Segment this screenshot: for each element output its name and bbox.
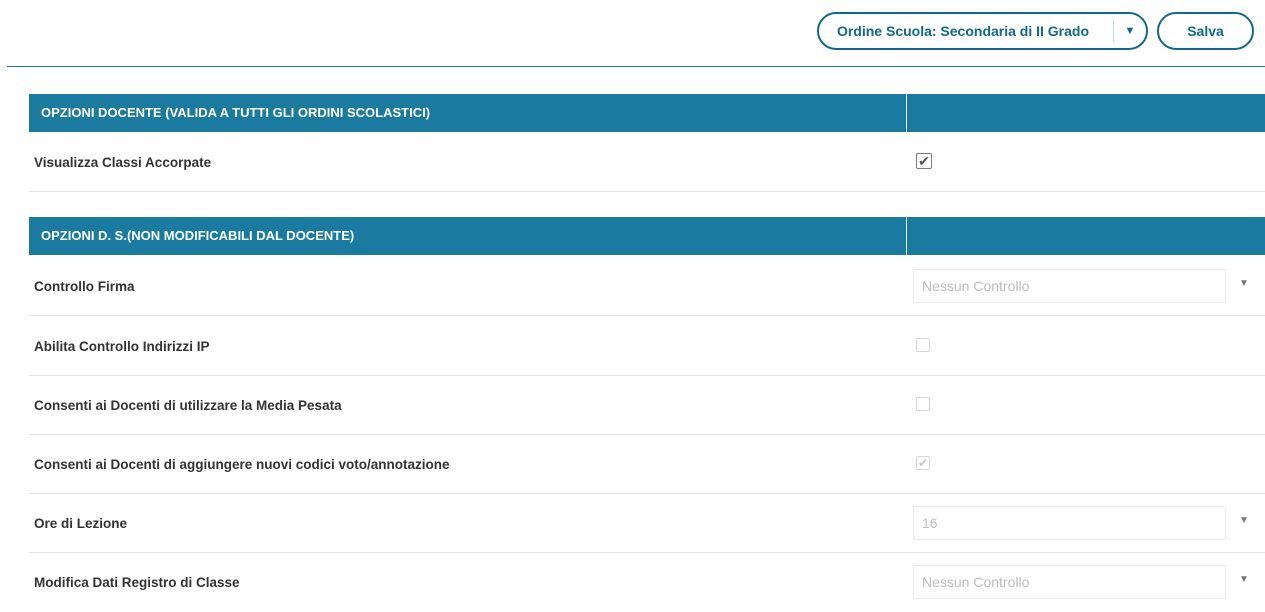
ore-di-lezione-select[interactable]: 16 <box>913 506 1226 540</box>
option-label: Consenti ai Docenti di aggiungere nuovi … <box>34 457 450 472</box>
section-title: OPZIONI D. S.(NON MODIFICABILI DAL DOCEN… <box>41 228 355 243</box>
option-label: Ore di Lezione <box>34 516 128 531</box>
toolbar: Ordine Scuola: Secondaria di II Grado ▼ … <box>0 0 1265 66</box>
checkmark-icon: ✔ <box>917 456 929 470</box>
nuovi-codici-voto-checkbox[interactable]: ✔ <box>916 456 930 470</box>
caret-down-icon[interactable]: ▼ <box>1239 515 1249 526</box>
option-row-visualizza-classi-accorpate: Visualizza Classi Accorpate ✔ <box>29 133 1265 192</box>
school-order-dropdown-button[interactable]: Ordine Scuola: Secondaria di II Grado ▼ <box>817 12 1148 50</box>
media-pesata-checkbox[interactable] <box>916 397 930 411</box>
school-order-label: Ordine Scuola: Secondaria di II Grado <box>819 20 1114 42</box>
section-header-teacher-options: OPZIONI DOCENTE (VALIDA A TUTTI GLI ORDI… <box>29 94 1265 132</box>
option-label: Abilita Controllo Indirizzi IP <box>34 339 210 354</box>
option-label: Modifica Dati Registro di Classe <box>34 575 240 590</box>
section-header-ds-options: OPZIONI D. S.(NON MODIFICABILI DAL DOCEN… <box>29 217 1265 255</box>
option-label: Visualizza Classi Accorpate <box>34 155 212 170</box>
modifica-dati-registro-select[interactable]: Nessun Controllo <box>913 565 1226 599</box>
section-title: OPZIONI DOCENTE (VALIDA A TUTTI GLI ORDI… <box>41 105 431 120</box>
visualizza-classi-accorpate-checkbox[interactable]: ✔ <box>916 153 932 169</box>
toolbar-divider <box>7 66 1265 67</box>
option-row-controllo-firma: Controllo Firma Nessun Controllo ▼ <box>29 257 1265 316</box>
controllo-ip-checkbox[interactable] <box>916 338 930 352</box>
option-row-ore-di-lezione: Ore di Lezione 16 ▼ <box>29 494 1265 553</box>
caret-down-icon[interactable]: ▼ <box>1239 574 1249 585</box>
controllo-firma-select[interactable]: Nessun Controllo <box>913 269 1226 303</box>
checkmark-icon: ✔ <box>918 153 930 169</box>
save-button[interactable]: Salva <box>1157 12 1254 50</box>
caret-down-icon[interactable]: ▼ <box>1114 25 1146 37</box>
header-divider <box>906 217 907 255</box>
option-row-nuovi-codici-voto: Consenti ai Docenti di aggiungere nuovi … <box>29 435 1265 494</box>
option-row-modifica-dati-registro: Modifica Dati Registro di Classe Nessun … <box>29 553 1265 612</box>
option-row-media-pesata: Consenti ai Docenti di utilizzare la Med… <box>29 376 1265 435</box>
caret-down-icon[interactable]: ▼ <box>1239 278 1249 289</box>
option-label: Controllo Firma <box>34 279 135 294</box>
header-divider <box>906 94 907 132</box>
option-label: Consenti ai Docenti di utilizzare la Med… <box>34 398 342 413</box>
option-row-controllo-ip: Abilita Controllo Indirizzi IP <box>29 317 1265 376</box>
